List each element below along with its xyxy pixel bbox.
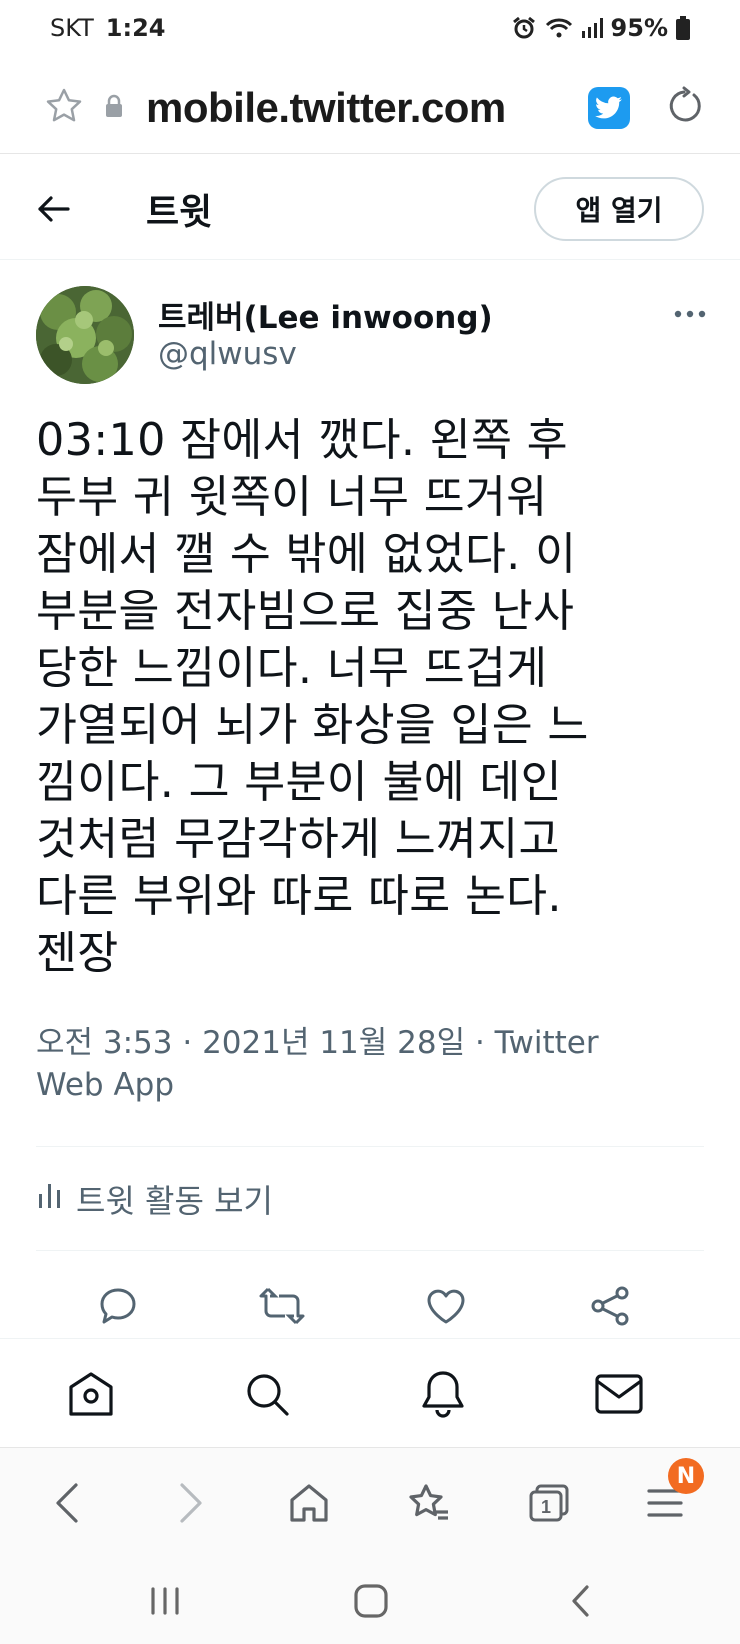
twitter-bottom-nav <box>0 1338 740 1448</box>
browser-toolbar: 1 <box>0 1448 740 1558</box>
page-title: 트윗 <box>146 191 213 233</box>
divider <box>36 1250 704 1251</box>
tweet-source: Web App <box>36 1067 175 1103</box>
bookmarks-icon[interactable] <box>404 1478 454 1528</box>
forward-icon[interactable] <box>166 1478 216 1528</box>
search-icon[interactable] <box>240 1367 294 1421</box>
reload-icon[interactable] <box>664 86 704 130</box>
tweet-author: 트레버(Lee inwoong) @qlwusv <box>36 286 706 386</box>
tabs-icon[interactable]: 1 <box>524 1478 574 1528</box>
back-arrow-icon[interactable] <box>36 189 76 229</box>
home-icon[interactable] <box>64 1367 118 1421</box>
retweet-icon[interactable] <box>258 1282 306 1330</box>
reply-icon[interactable] <box>94 1282 142 1330</box>
lock-icon <box>104 94 124 122</box>
status-bar: SKT 1:24 95% <box>0 0 740 56</box>
url-text[interactable]: mobile.twitter.com <box>146 84 506 132</box>
system-nav-bar <box>0 1558 740 1644</box>
menu-notification-badge: N <box>668 1458 704 1494</box>
signal-icon <box>581 17 603 39</box>
wifi-icon <box>545 16 573 40</box>
back-icon[interactable] <box>42 1478 92 1528</box>
home-button-icon[interactable] <box>348 1578 394 1624</box>
tweet-timestamp[interactable]: 오전 3:53 · 2021년 11월 28일 · Twitter <box>36 1022 706 1064</box>
tweet-actions <box>0 1276 740 1336</box>
alarm-icon <box>511 15 537 41</box>
twitter-bird-icon[interactable] <box>588 86 630 129</box>
analytics-icon <box>36 1180 64 1218</box>
clock: 1:24 <box>105 14 166 42</box>
carrier-label: SKT <box>50 14 94 42</box>
recent-apps-icon[interactable] <box>142 1578 188 1624</box>
battery-percent: 95% <box>610 14 668 42</box>
star-icon[interactable] <box>44 86 84 130</box>
battery-icon <box>676 16 690 40</box>
view-tweet-activity-link[interactable]: 트윗 활동 보기 <box>36 1176 273 1222</box>
more-options-icon[interactable] <box>674 304 706 323</box>
messages-icon[interactable] <box>592 1367 646 1421</box>
divider <box>36 1146 704 1147</box>
open-app-button[interactable]: 앱 열기 <box>534 176 704 241</box>
browser-url-bar[interactable]: mobile.twitter.com <box>0 62 740 154</box>
home-icon[interactable] <box>284 1478 334 1528</box>
like-icon[interactable] <box>422 1282 470 1330</box>
author-name[interactable]: 트레버(Lee inwoong) <box>158 292 493 337</box>
tweet-meta: 오전 3:53 · 2021년 11월 28일 · Twitter Web Ap… <box>36 1022 706 1106</box>
avatar[interactable] <box>36 286 134 384</box>
activity-label: 트윗 활동 보기 <box>76 1182 273 1220</box>
tweet-text: 03:10 잠에서 깼다. 왼쪽 후 두부 귀 윗쪽이 너무 뜨거워 잠에서 깰… <box>36 415 589 979</box>
share-icon[interactable] <box>586 1282 634 1330</box>
system-back-icon[interactable] <box>558 1578 604 1624</box>
author-handle[interactable]: @qlwusv <box>158 336 297 372</box>
tweet-page-header: 트윗 앱 열기 <box>0 158 740 260</box>
tabs-count: 1 <box>541 1497 551 1517</box>
notifications-icon[interactable] <box>416 1367 470 1421</box>
